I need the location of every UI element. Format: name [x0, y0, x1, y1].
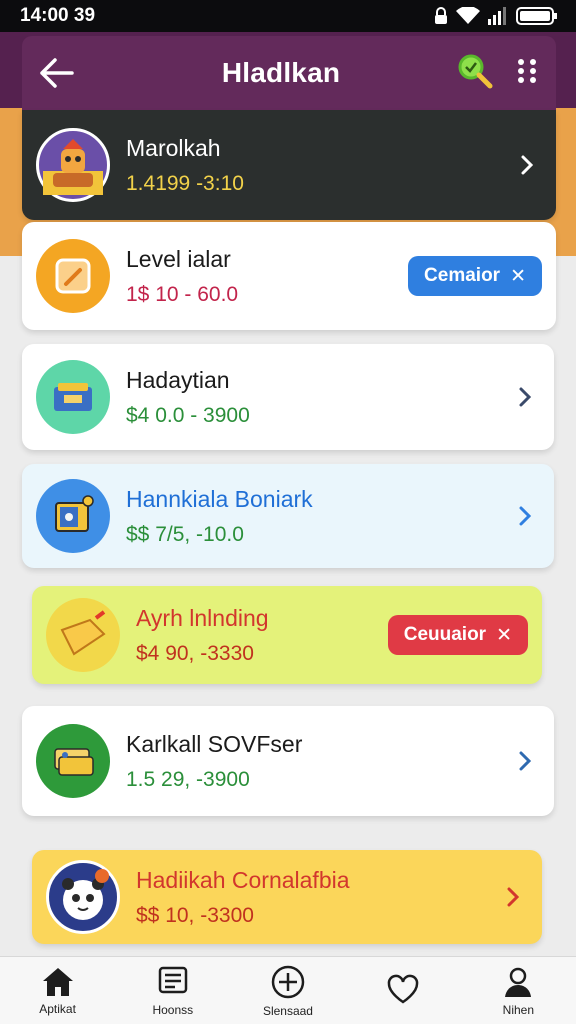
- item-price-range: $$ 10, -3300: [136, 903, 254, 927]
- character-icon: [43, 139, 103, 195]
- heart-icon: [387, 974, 419, 1003]
- avatar: [36, 479, 110, 553]
- cheese-icon: [60, 610, 106, 656]
- search-button[interactable]: [456, 52, 494, 95]
- list-item[interactable]: Marolkah 1.4199 -3:10: [22, 110, 556, 220]
- avatar: [46, 860, 120, 934]
- tools-icon: ✕: [510, 265, 526, 287]
- avatar: [36, 239, 110, 313]
- item-name: Karlkall SOVFser: [126, 730, 303, 757]
- item-price: $4 90, -3330: [136, 642, 388, 666]
- nav-item-list[interactable]: Hoonss: [123, 965, 223, 1017]
- back-arrow-icon: [40, 58, 74, 88]
- item-price-range: 1.5 29, -3900: [126, 767, 250, 791]
- profile-icon: [505, 967, 532, 997]
- nav-item-add[interactable]: Slensaad: [238, 964, 338, 1018]
- signal-icon: [488, 7, 506, 25]
- chevron-right-icon: [510, 746, 540, 776]
- item-name: Level ialar: [126, 245, 231, 272]
- item-price: $$ 10, -3300: [136, 904, 498, 928]
- item-price-range: $$ 7/5, -10.0: [126, 522, 244, 546]
- list-item[interactable]: Level ialar 1$ 10 - 60.0 Cemaior ✕: [22, 222, 556, 330]
- cash-stack-icon: [54, 748, 94, 776]
- action-button-label: Ceuuaior: [403, 624, 487, 645]
- list-item[interactable]: Hadaytian $4 0.0 - 3900: [22, 344, 554, 450]
- action-button-label: Cemaior: [424, 265, 501, 286]
- status-bar: 14:00 39: [0, 0, 576, 32]
- item-price-range: $4 90, -3330: [136, 641, 254, 665]
- item-price: $$ 7/5, -10.0: [126, 523, 510, 547]
- item-price-range: 1.4199 -3:10: [126, 171, 244, 195]
- tools-icon: ✕: [496, 624, 512, 646]
- app-bar: Hladlkan: [22, 36, 556, 110]
- chevron-right-icon: [498, 882, 528, 912]
- list-item[interactable]: Hadiikah Cornalafbia $$ 10, -3300: [32, 850, 542, 944]
- bottom-navigation: Aptikat Hoonss Slensaad Nihen: [0, 956, 576, 1024]
- nav-label: Aptikat: [39, 1001, 76, 1016]
- item-name: Marolkah: [126, 134, 221, 161]
- item-price: 1.4199 -3:10: [126, 172, 512, 196]
- safe-box-icon: [55, 495, 94, 532]
- search-icon: [458, 54, 493, 88]
- nav-item-favorites[interactable]: [353, 973, 453, 1009]
- list-item[interactable]: Hannkiala Boniark $$ 7/5, -10.0: [22, 464, 554, 568]
- item-price-range: $4 0.0 - 3900: [126, 403, 250, 427]
- list-item[interactable]: Karlkall SOVFser 1.5 29, -3900: [22, 706, 554, 816]
- battery-icon: [516, 7, 557, 25]
- item-name: Hannkiala Boniark: [126, 485, 313, 512]
- item-name: Hadiikah Cornalafbia: [136, 866, 350, 893]
- coin-box-icon: [55, 258, 91, 294]
- nav-label: Nihen: [502, 1002, 535, 1017]
- item-price: 1$ 10 - 60.0: [126, 283, 408, 307]
- lock-icon: [435, 7, 447, 24]
- page-title: Hladlkan: [221, 57, 341, 88]
- status-time: 14:00 39: [20, 5, 96, 26]
- more-options-button[interactable]: [512, 56, 542, 91]
- avatar: [36, 128, 110, 202]
- item-price-range: 1$ 10 - 60.0: [126, 282, 239, 306]
- item-price: $4 0.0 - 3900: [126, 404, 510, 428]
- avatar: [36, 724, 110, 798]
- status-icons: [434, 6, 558, 26]
- nav-item-profile[interactable]: Nihen: [468, 965, 568, 1017]
- more-vertical-icon: [518, 58, 536, 83]
- action-button[interactable]: Cemaior ✕: [408, 256, 542, 296]
- home-icon: [42, 967, 73, 996]
- nav-label: Hoonss: [152, 1002, 194, 1017]
- nav-item-home[interactable]: Aptikat: [8, 966, 108, 1016]
- item-name: Ayrh lnlnding: [136, 604, 269, 631]
- avatar: [46, 598, 120, 672]
- wifi-icon: [456, 7, 480, 24]
- item-price: 1.5 29, -3900: [126, 768, 510, 792]
- back-button[interactable]: [36, 53, 76, 93]
- chevron-right-icon: [510, 501, 540, 531]
- nav-label: Slensaad: [262, 1003, 313, 1018]
- wallet-icon: [54, 383, 92, 411]
- avatar: [36, 360, 110, 434]
- chevron-right-icon: [510, 382, 540, 412]
- action-button[interactable]: Ceuuaior ✕: [387, 615, 528, 655]
- plus-circle-icon: [271, 965, 305, 998]
- chevron-right-icon: [512, 150, 542, 180]
- list-item[interactable]: Ayrh lnlnding $4 90, -3330 Ceuuaior ✕: [32, 586, 542, 684]
- panda-icon: [62, 869, 109, 920]
- list-icon: [158, 966, 188, 993]
- item-name: Hadaytian: [126, 366, 230, 393]
